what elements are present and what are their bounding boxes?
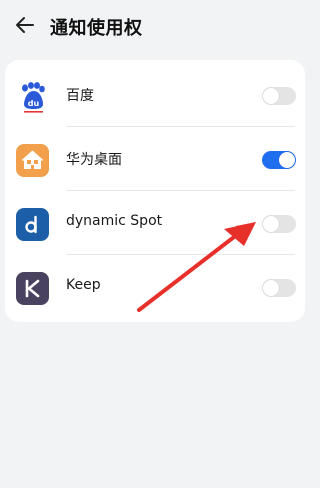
house-icon [16,144,49,177]
notification-toggle-keep[interactable] [262,279,296,297]
keep-k-icon [16,272,49,305]
list-item-huawei-launcher[interactable]: 华为桌面 [5,129,305,191]
dynamic-spot-d-icon [16,208,49,241]
toggle-knob [263,216,279,232]
back-arrow-icon [16,17,34,33]
app-name: 华为桌面 [66,152,122,168]
divider [66,190,295,191]
baidu-paw-icon: du [16,80,49,113]
notification-toggle-huawei-launcher[interactable] [262,151,296,169]
header-bar: 通知使用权 [0,0,320,52]
app-name: Keep [66,277,101,293]
divider [66,254,295,255]
app-list-card: du 百度 华为桌面 dynamic Spot Keep [5,60,305,322]
toggle-knob [263,280,279,296]
list-item-keep[interactable]: Keep [5,257,305,319]
toggle-knob [279,152,295,168]
divider [66,126,295,127]
app-name: dynamic Spot [66,213,163,229]
page-title: 通知使用权 [50,18,143,39]
list-item-baidu[interactable]: du 百度 [5,65,305,127]
list-item-dynamic-spot[interactable]: dynamic Spot [5,193,305,255]
notification-toggle-baidu[interactable] [262,87,296,105]
back-button[interactable] [10,10,40,40]
svg-text:du: du [28,99,40,108]
notification-toggle-dynamic-spot[interactable] [262,215,296,233]
toggle-knob [263,88,279,104]
app-name: 百度 [66,88,94,104]
